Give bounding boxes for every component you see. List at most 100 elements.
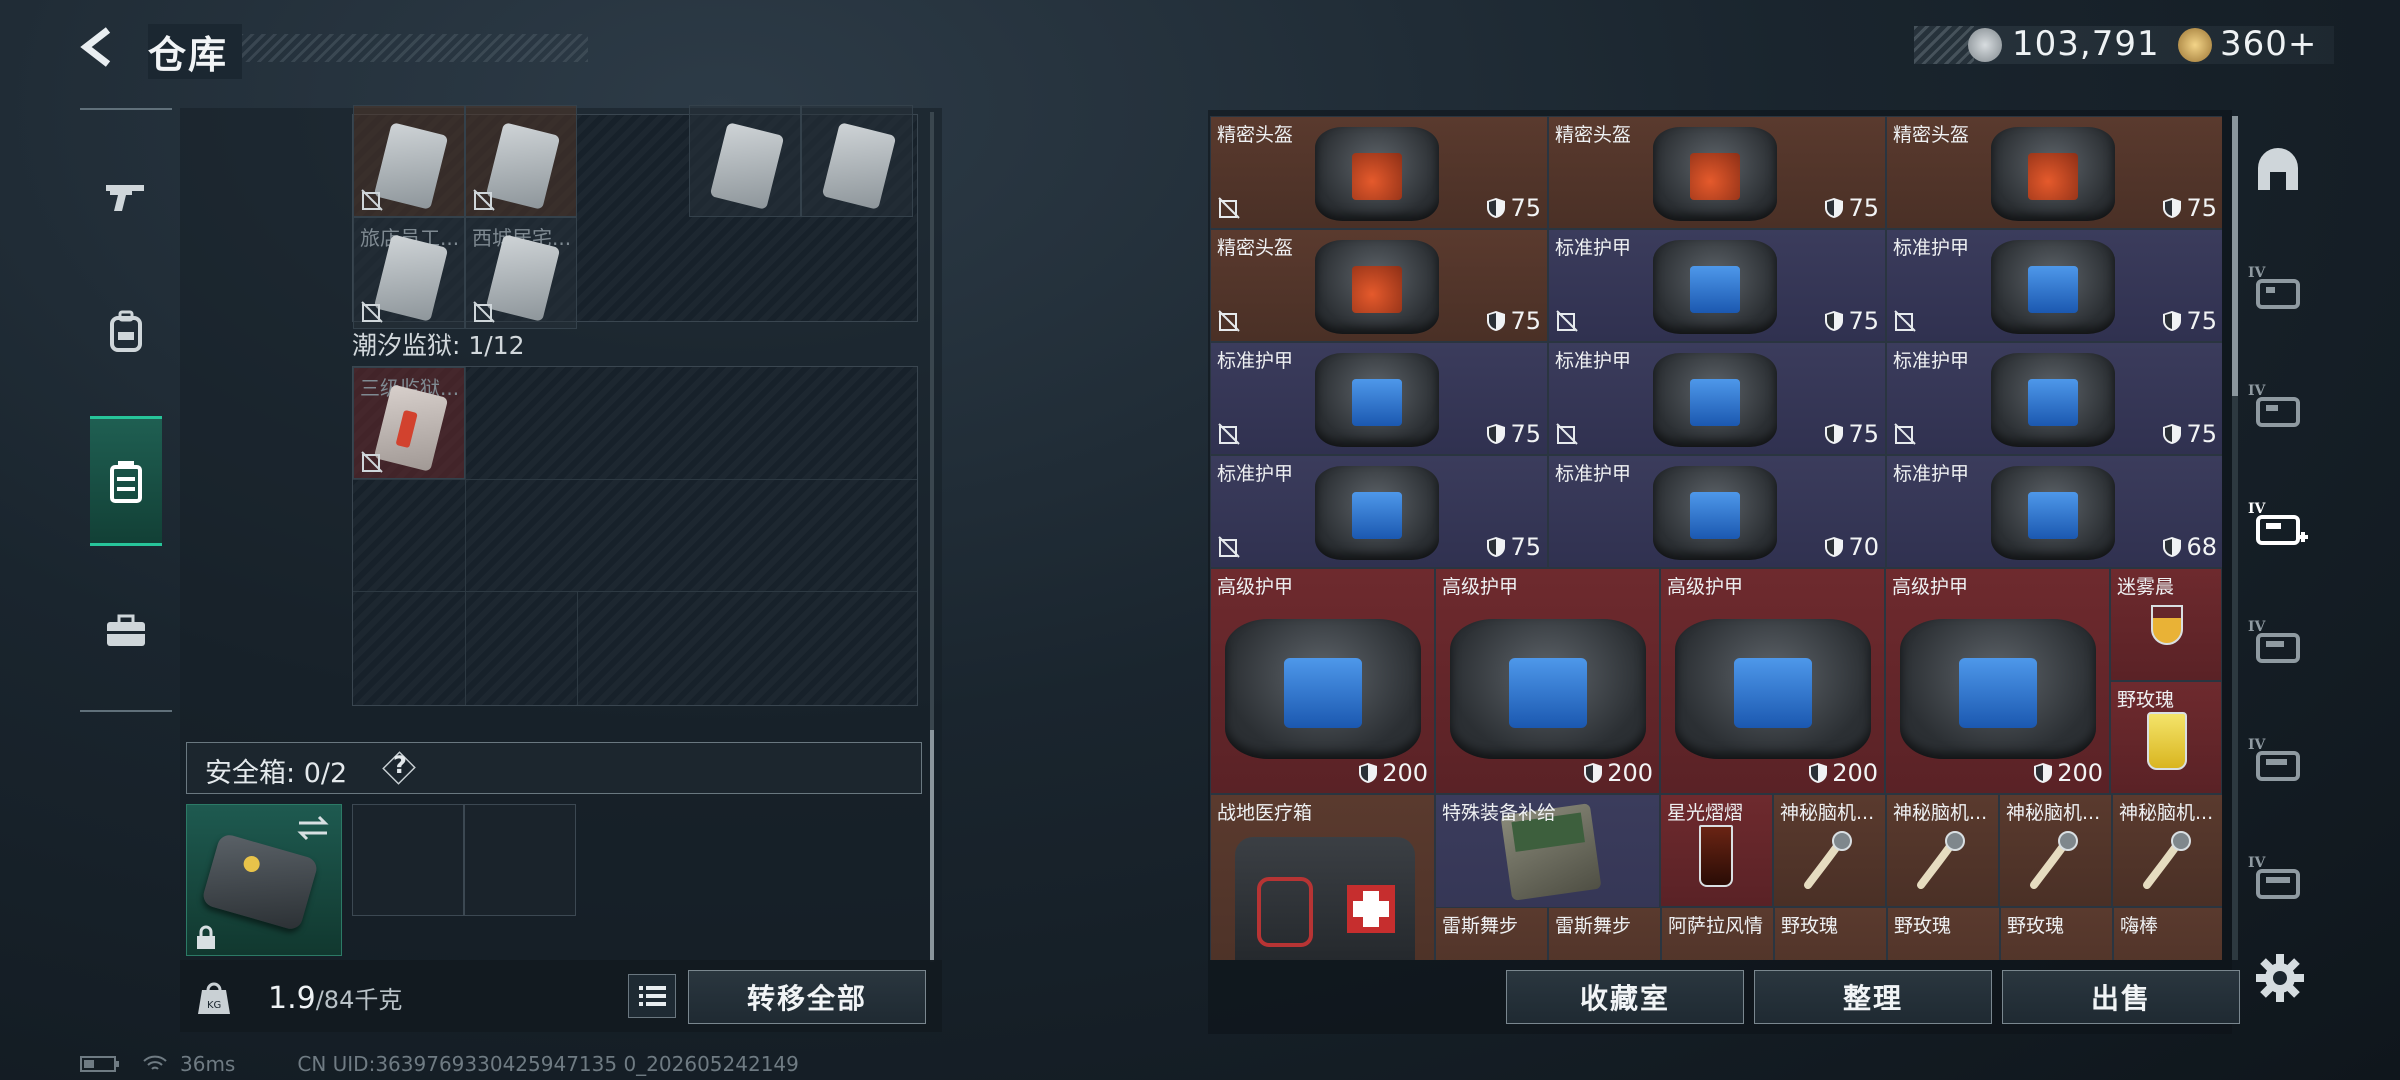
durability-shield-icon (1487, 424, 1506, 444)
back-arrow-icon[interactable] (78, 26, 120, 68)
armor-item[interactable]: 标准护甲 75 (1210, 342, 1548, 455)
armor-vest-icon (1991, 353, 2115, 447)
armor-item[interactable]: 标准护甲 68 (1886, 455, 2222, 568)
item-name: 精密头盔 (1893, 124, 1970, 146)
item-name: 雷斯舞步 (1555, 915, 1632, 937)
filter-key-cat[interactable]: IV (2246, 728, 2310, 792)
drink-item[interactable]: 野玫瑰 (1887, 907, 2000, 960)
drink-item[interactable]: 迷雾晨 (2110, 568, 2222, 681)
item-name: 嗨棒 (2120, 915, 2159, 937)
item-durability: 200 (2033, 759, 2103, 787)
filter-armor-cat[interactable]: IV (2246, 256, 2310, 320)
armor-item[interactable]: 标准护甲 75 (1548, 342, 1886, 455)
safebox-slot[interactable] (186, 804, 342, 956)
chip-item[interactable]: 神秘脑机... (1886, 794, 1999, 907)
item-durability: 75 (1824, 307, 1879, 335)
keycard-slot[interactable]: 西城居宅... (465, 217, 577, 329)
chip-item[interactable]: 神秘脑机... (1773, 794, 1886, 907)
category-supplies[interactable] (90, 566, 162, 696)
drink-item[interactable]: 野玫瑰 (2000, 907, 2113, 960)
advanced-armor-item[interactable]: 高级护甲 200 (1210, 568, 1435, 794)
cocktail-icon (2151, 605, 2183, 645)
item-name: 野玫瑰 (2007, 915, 2065, 937)
list-view-button[interactable] (628, 974, 676, 1018)
uid-text: CN UID:3639769330425947135 0_20260524214… (297, 1052, 799, 1076)
keycard-slot[interactable]: 三级监狱... (353, 367, 465, 479)
item-durability: 75 (1486, 194, 1541, 222)
armor-vest-icon (1225, 619, 1421, 759)
transfer-all-button[interactable]: 转移全部 (688, 970, 926, 1024)
drink-item[interactable]: 野玫瑰 (1774, 907, 1887, 960)
keycard-slot[interactable] (353, 105, 465, 217)
keycard-slot[interactable] (465, 105, 577, 217)
safebox-count: 0/2 (303, 758, 348, 789)
backpack-icon (110, 310, 142, 352)
no-pickup-icon (473, 301, 495, 323)
helmet-item[interactable]: 精密头盔 75 (1548, 116, 1886, 229)
category-storage[interactable] (90, 416, 162, 546)
advanced-armor-item[interactable]: 高级护甲 200 (1885, 568, 2110, 794)
advanced-armor-item[interactable]: 高级护甲 200 (1660, 568, 1885, 794)
filter-misc-cat[interactable]: IV (2246, 846, 2310, 910)
durability-value: 75 (2186, 194, 2217, 222)
no-pickup-icon (1894, 310, 1916, 332)
stash-scroll-thumb[interactable] (930, 730, 934, 960)
drink-item[interactable]: 嗨棒 (2113, 907, 2222, 960)
item-name: 阿萨拉风情 (1668, 915, 1764, 937)
advanced-armor-item[interactable]: 高级护甲 200 (1435, 568, 1660, 794)
item-name: 标准护甲 (1555, 237, 1632, 259)
drink-item[interactable]: 星光熠熠 (1660, 794, 1773, 907)
item-name: 神秘脑机... (2119, 802, 2214, 824)
durability-value: 75 (1848, 194, 1879, 222)
helmet-item[interactable]: 精密头盔 75 (1210, 229, 1548, 342)
gold-amount[interactable]: 360+ (2220, 24, 2317, 64)
page-title: 仓库 (148, 24, 243, 79)
durability-shield-icon (1359, 763, 1378, 783)
medkit-item[interactable]: 战地医疗箱 (1210, 794, 1435, 960)
filter-medical-cat[interactable]: IV (2246, 492, 2310, 556)
durability-value: 75 (1510, 533, 1541, 561)
wifi-icon (143, 1055, 167, 1070)
helmet-item[interactable]: 精密头盔 75 (1886, 116, 2222, 229)
keycard-slot[interactable] (801, 105, 913, 217)
drink-item[interactable]: 雷斯舞步 (1548, 907, 1661, 960)
armor-vest-icon (1991, 240, 2115, 334)
filter-chest-cat[interactable]: IV (2246, 374, 2310, 438)
bag-icon: IV (2248, 855, 2300, 899)
armor-item[interactable]: 标准护甲 75 (1886, 342, 2222, 455)
filter-tool-cat[interactable]: IV (2246, 610, 2310, 674)
organize-button[interactable]: 整理 (1754, 970, 1992, 1024)
keycard-slot[interactable] (689, 105, 801, 217)
item-name: 高级护甲 (1667, 576, 1744, 598)
helmet-item[interactable]: 精密头盔 75 (1210, 116, 1548, 229)
durability-shield-icon (1487, 537, 1506, 557)
keycard-slot[interactable]: 旅店员工... (353, 217, 465, 329)
durability-shield-icon (2163, 424, 2182, 444)
tier-label: IV (2248, 501, 2267, 517)
category-gear[interactable] (90, 266, 162, 396)
armor-item[interactable]: 标准护甲 75 (1548, 229, 1886, 342)
armor-vest-icon (1315, 466, 1439, 560)
tier-label: IV (2248, 265, 2267, 281)
keycard-icon (821, 122, 897, 210)
category-weapon[interactable] (90, 130, 162, 260)
safebox-empty-slot[interactable] (464, 804, 576, 916)
settings-gear-icon[interactable] (2252, 950, 2308, 1006)
chip-item[interactable]: 神秘脑机... (2112, 794, 2222, 907)
right-filter-sidebar: IV IV IV IV IV IV (2238, 108, 2320, 968)
safebox-empty-slot[interactable] (352, 804, 464, 916)
drink-item[interactable]: 野玫瑰 (2110, 681, 2222, 794)
brain-chip-icon (1804, 831, 1852, 889)
chip-item[interactable]: 神秘脑机... (1999, 794, 2112, 907)
filter-helmet-cat[interactable] (2246, 138, 2310, 202)
drink-item[interactable]: 阿萨拉风情 (1661, 907, 1774, 960)
drink-item[interactable]: 雷斯舞步 (1435, 907, 1548, 960)
safebox-case-icon (200, 832, 320, 932)
armor-item[interactable]: 标准护甲 75 (1886, 229, 2222, 342)
currency-bar: 103,791 360+ (1914, 24, 2334, 64)
swap-icon[interactable] (297, 815, 329, 841)
armor-item[interactable]: 标准护甲 75 (1210, 455, 1548, 568)
sell-button[interactable]: 出售 (2002, 970, 2240, 1024)
collection-room-button[interactable]: 收藏室 (1506, 970, 1744, 1024)
armor-item[interactable]: 标准护甲 70 (1548, 455, 1886, 568)
